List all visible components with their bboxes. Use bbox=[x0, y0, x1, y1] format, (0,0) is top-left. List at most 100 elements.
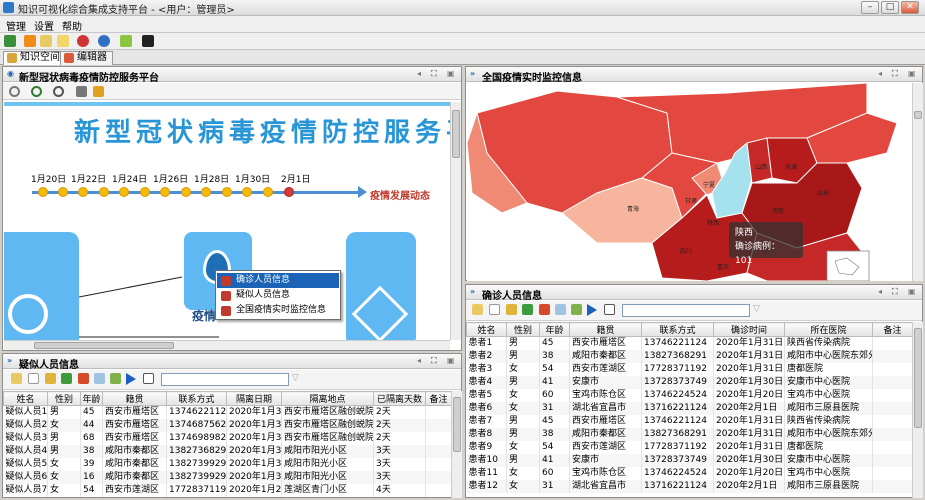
delete-icon[interactable] bbox=[78, 373, 89, 384]
run-icon[interactable] bbox=[126, 373, 136, 385]
confirmed-vscroll[interactable] bbox=[912, 322, 923, 498]
restore-icon[interactable]: ⛶ bbox=[431, 356, 437, 366]
table-row[interactable]: 患者7 男 45 西安市雁塔区 13746221124 2020年1月31日 陕西省传染病院 bbox=[466, 414, 913, 428]
search-input[interactable] bbox=[622, 304, 750, 317]
column-header[interactable]: 性别 bbox=[47, 391, 81, 406]
table-row[interactable]: 患者4 男 41 安康市 13728373749 2020年1月30日 安康市中心医院 bbox=[466, 375, 913, 389]
menu-help[interactable]: 帮助 bbox=[62, 18, 82, 33]
zoom-in-icon[interactable] bbox=[31, 86, 42, 97]
column-header[interactable]: 联系方式 bbox=[641, 322, 714, 337]
edit-icon[interactable] bbox=[506, 304, 517, 315]
restore-icon[interactable]: ⛶ bbox=[431, 69, 437, 79]
column-header[interactable]: 年龄 bbox=[80, 391, 103, 406]
column-header[interactable]: 籍贯 bbox=[102, 391, 167, 406]
column-header[interactable]: 姓名 bbox=[3, 391, 48, 406]
search-input[interactable] bbox=[161, 373, 289, 386]
refresh-icon[interactable] bbox=[110, 373, 121, 384]
edit-icon[interactable] bbox=[45, 373, 56, 384]
table-row[interactable]: 患者5 女 60 宝鸡市陈仓区 13746224524 2020年1月20日 宝鸡市中心医院 bbox=[466, 388, 913, 402]
maximize-icon[interactable]: ▣ bbox=[447, 356, 455, 365]
table-row[interactable]: 患者6 女 31 湖北省宜昌市 13716221124 2020年2月1日 咸阳市三原县医院 bbox=[466, 401, 913, 415]
restore-icon[interactable]: ⛶ bbox=[892, 287, 898, 297]
restore-icon[interactable]: ⛶ bbox=[892, 69, 898, 79]
column-header[interactable]: 联系方式 bbox=[166, 391, 227, 406]
table-row[interactable]: 疑似人员6女16咸阳市秦都区138273992912020年1月30日咸阳市阳光… bbox=[3, 470, 452, 484]
run-icon[interactable] bbox=[587, 304, 597, 316]
menu-manage[interactable]: 管理 bbox=[6, 18, 26, 33]
maximize-icon[interactable]: ▣ bbox=[908, 69, 916, 78]
minimize-icon[interactable]: ◂ bbox=[878, 287, 882, 296]
table-row[interactable]: 疑似人员3男68西安市雁塔区137469898242020年1月31日西安市雁塔… bbox=[3, 431, 452, 445]
document-icon[interactable] bbox=[40, 35, 52, 47]
print-icon[interactable] bbox=[604, 304, 615, 315]
column-header[interactable]: 确诊时间 bbox=[713, 322, 785, 337]
canvas-hscroll[interactable] bbox=[4, 340, 450, 350]
open-icon[interactable] bbox=[11, 373, 22, 384]
table-row[interactable]: 患者1 男 45 西安市雁塔区 13746221124 2020年1月31日 陕西省传染病院 bbox=[466, 336, 913, 350]
print-icon[interactable] bbox=[76, 86, 87, 97]
tools-icon[interactable] bbox=[77, 35, 89, 47]
column-header[interactable]: 备注 bbox=[425, 391, 452, 406]
column-header[interactable]: 年龄 bbox=[539, 322, 570, 337]
column-header[interactable]: 性别 bbox=[506, 322, 540, 337]
table-row[interactable]: 患者8 男 38 咸阳市秦都区 13827368291 2020年1月31日 咸阳市中心医院… bbox=[466, 427, 913, 441]
maximize-icon[interactable]: ▣ bbox=[908, 287, 916, 296]
table-row[interactable]: 疑似人员2女44西安市雁塔区137468756242020年1月31日西安市雁塔… bbox=[3, 418, 452, 432]
filter-icon[interactable]: ▽ bbox=[753, 304, 760, 314]
table-row[interactable]: 疑似人员1男45西安市雁塔区137462211242020年1月31日西安市雁塔… bbox=[3, 405, 452, 419]
zoom-out-icon[interactable] bbox=[53, 86, 64, 97]
folder-icon[interactable] bbox=[57, 35, 69, 47]
settings-icon[interactable] bbox=[120, 35, 132, 47]
table-row[interactable]: 患者3 女 54 西安市莲湖区 17728371192 2020年1月31日 唐都医院 bbox=[466, 362, 913, 376]
table-row[interactable]: 患者9 女 54 西安市莲湖区 17728371192 2020年1月31日 唐都医院 bbox=[466, 440, 913, 454]
table-row[interactable]: 患者11 女 60 宝鸡市陈仓区 13746224524 2020年1月20日 宝鸡市中心医… bbox=[466, 466, 913, 480]
column-header[interactable]: 已隔离天数 bbox=[373, 391, 426, 406]
column-header[interactable]: 备注 bbox=[872, 322, 913, 337]
user-icon[interactable] bbox=[98, 35, 110, 47]
new-icon[interactable] bbox=[28, 373, 39, 384]
tab-knowledge-space[interactable]: 知识空间 bbox=[3, 51, 66, 65]
export-icon[interactable] bbox=[93, 86, 104, 97]
open-icon[interactable] bbox=[472, 304, 483, 315]
zoom-fit-icon[interactable] bbox=[9, 86, 20, 97]
column-header[interactable]: 隔离日期 bbox=[226, 391, 282, 406]
table-row[interactable]: 疑似人员7女54西安市莲湖区177283711922020年1月29日莲湖区青门… bbox=[3, 483, 452, 497]
menu-settings[interactable]: 设置 bbox=[34, 18, 54, 33]
refresh-icon[interactable] bbox=[571, 304, 582, 315]
column-header[interactable]: 隔离地点 bbox=[281, 391, 374, 406]
table-row[interactable]: 患者2 男 38 咸阳市秦都区 13827368291 2020年1月31日 咸阳市中心医院… bbox=[466, 349, 913, 363]
grid-icon[interactable] bbox=[4, 35, 16, 47]
maximize-icon[interactable]: ▣ bbox=[447, 69, 455, 78]
column-header[interactable]: 所在医院 bbox=[784, 322, 873, 337]
rss-icon[interactable] bbox=[24, 35, 36, 47]
ctx-monitor-info[interactable]: 全国疫情实时监控信息 bbox=[217, 303, 339, 318]
maximize-button[interactable]: □ bbox=[881, 1, 899, 14]
copy-icon[interactable] bbox=[94, 373, 105, 384]
table-row[interactable]: 疑似人员5女39咸阳市秦都区138273992912020年1月30日咸阳市阳光… bbox=[3, 457, 452, 471]
table-row[interactable]: 疑似人员4男38咸阳市秦都区138273682912020年1月30日咸阳市阳光… bbox=[3, 444, 452, 458]
ctx-confirmed-info[interactable]: 确诊人员信息 bbox=[217, 273, 339, 288]
camera-icon[interactable] bbox=[142, 35, 154, 47]
delete-icon[interactable] bbox=[539, 304, 550, 315]
table-icon[interactable] bbox=[61, 373, 72, 384]
ctx-suspected-info[interactable]: 疑似人员信息 bbox=[217, 288, 339, 303]
minimize-icon[interactable]: ◂ bbox=[417, 69, 421, 78]
minimize-icon[interactable]: ◂ bbox=[878, 69, 882, 78]
column-header[interactable]: 姓名 bbox=[466, 322, 507, 337]
close-button[interactable]: ✕ bbox=[901, 1, 919, 14]
column-header[interactable]: 籍贯 bbox=[569, 322, 642, 337]
minimize-button[interactable]: – bbox=[861, 1, 879, 14]
copy-icon[interactable] bbox=[555, 304, 566, 315]
map-vscroll[interactable] bbox=[912, 83, 923, 281]
china-map[interactable]: 宁夏 甘肃 青海 陕西 河南 山西 天津 四川 湖北 重庆 山东 bbox=[467, 83, 913, 281]
table-row[interactable]: 患者12 女 31 湖北省宜昌市 13716221124 2020年2月1日 咸阳市三原县医… bbox=[466, 479, 913, 493]
print-icon[interactable] bbox=[143, 373, 154, 384]
filter-icon[interactable]: ▽ bbox=[292, 373, 299, 383]
minimize-icon[interactable]: ◂ bbox=[417, 356, 421, 365]
canvas-vscroll[interactable] bbox=[450, 102, 461, 340]
table-icon[interactable] bbox=[522, 304, 533, 315]
table-row[interactable]: 患者10 男 41 安康市 13728373749 2020年1月30日 安康市中心医院 bbox=[466, 453, 913, 467]
suspected-vscroll[interactable] bbox=[451, 391, 462, 498]
tab-editor[interactable]: 编辑器 bbox=[60, 51, 113, 65]
new-icon[interactable] bbox=[489, 304, 500, 315]
